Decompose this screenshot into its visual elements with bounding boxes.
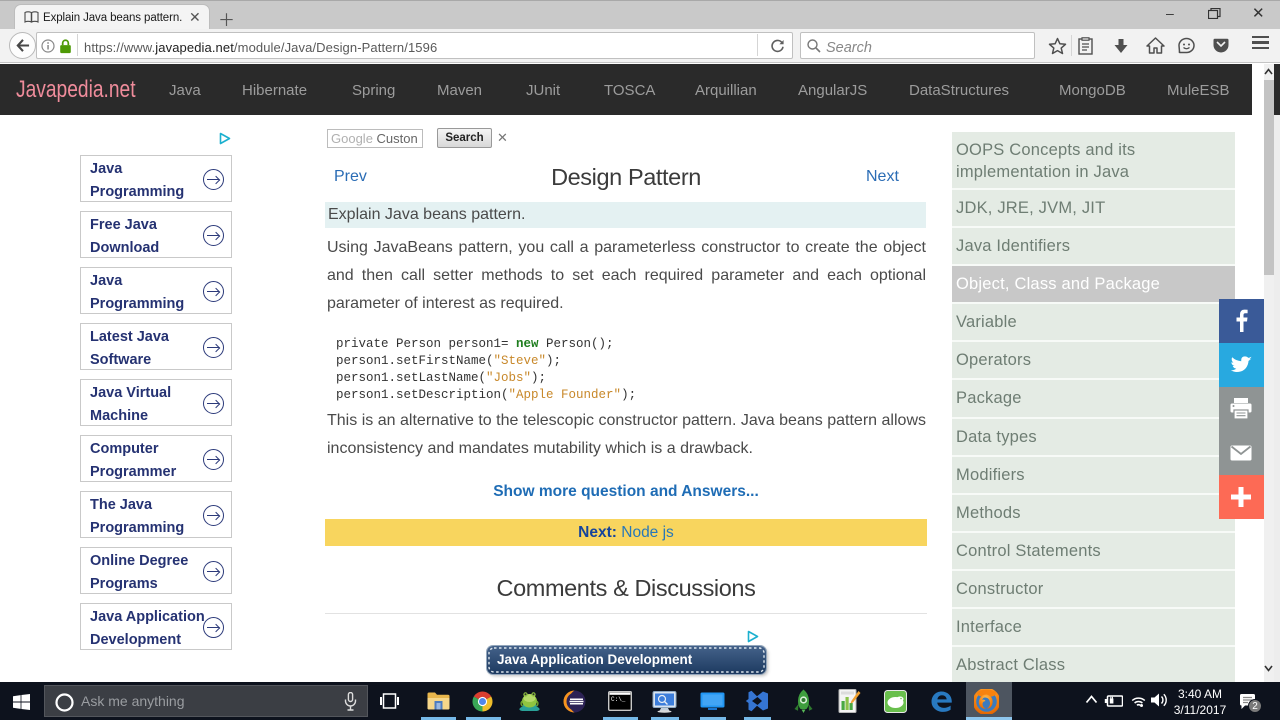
svg-text:C:\_: C:\_ bbox=[611, 696, 626, 703]
